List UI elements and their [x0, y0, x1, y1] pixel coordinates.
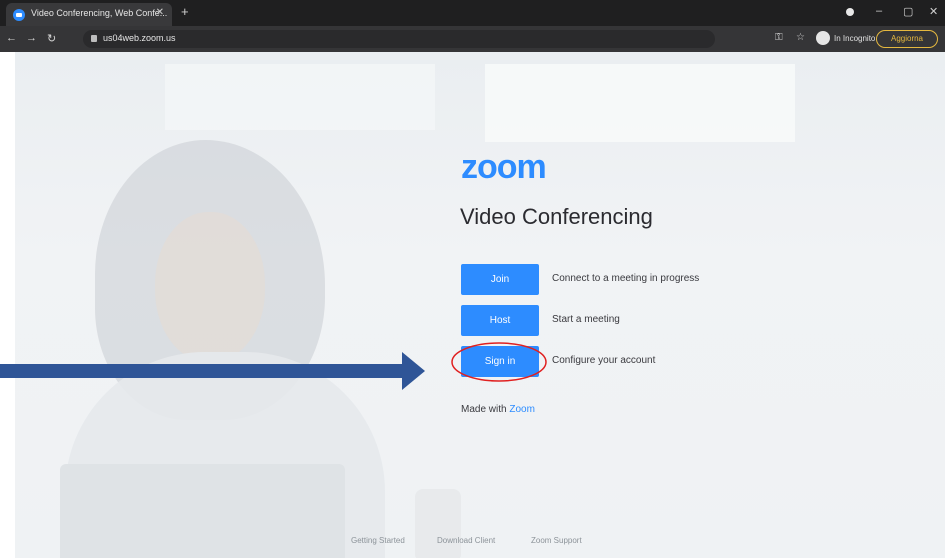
made-with-prefix: Made with: [461, 404, 510, 415]
maximize-button[interactable]: ▢: [903, 5, 913, 18]
browser-tab[interactable]: Video Conferencing, Web Confe... ✕: [6, 3, 172, 26]
browser-toolbar: ← → ↻ us04web.zoom.us ⚿ ☆ In Incognito A…: [0, 26, 945, 52]
back-arrow-icon[interactable]: ←: [6, 32, 17, 44]
host-description: Start a meeting: [552, 314, 620, 325]
key-icon[interactable]: ⚿: [775, 32, 783, 43]
sign-in-button[interactable]: Sign in: [461, 346, 539, 377]
photo-cup: [415, 489, 461, 558]
photo-face: [155, 212, 265, 362]
new-tab-button[interactable]: +: [181, 4, 189, 19]
url-text: us04web.zoom.us: [103, 33, 176, 43]
sign-in-description: Configure your account: [552, 355, 656, 366]
footer-zoom-support-link[interactable]: Zoom Support: [531, 536, 582, 545]
zoom-favicon-icon: [13, 9, 25, 21]
join-description: Connect to a meeting in progress: [552, 273, 700, 284]
tab-strip: Video Conferencing, Web Confe... ✕ + – ▢…: [0, 0, 945, 26]
record-icon: [846, 8, 854, 16]
zoom-link[interactable]: Zoom: [509, 404, 535, 415]
footer-download-client-link[interactable]: Download Client: [437, 536, 495, 545]
footer-getting-started-link[interactable]: Getting Started: [351, 536, 405, 545]
star-icon[interactable]: ☆: [796, 32, 805, 43]
incognito-label: In Incognito: [834, 34, 876, 43]
forward-arrow-icon[interactable]: →: [26, 32, 37, 44]
minimize-button[interactable]: –: [876, 5, 882, 17]
page-title: Video Conferencing: [460, 204, 653, 229]
tab-close-icon[interactable]: ✕: [156, 7, 164, 18]
incognito-icon[interactable]: [816, 31, 830, 45]
zoom-logo: zoom: [461, 148, 547, 186]
join-button[interactable]: Join: [461, 264, 539, 295]
update-menu-button[interactable]: Aggiorna: [876, 30, 938, 48]
tab-title: Video Conferencing, Web Confe...: [31, 8, 168, 18]
reload-icon[interactable]: ↻: [47, 32, 56, 45]
host-button[interactable]: Host: [461, 305, 539, 336]
close-window-button[interactable]: ✕: [929, 5, 938, 18]
made-with-zoom: Made with Zoom: [461, 404, 535, 415]
lock-icon: [91, 35, 97, 42]
background-window: [485, 64, 795, 142]
address-bar[interactable]: us04web.zoom.us: [83, 30, 715, 48]
photo-laptop: [60, 464, 345, 558]
hero-photo: [55, 112, 395, 558]
